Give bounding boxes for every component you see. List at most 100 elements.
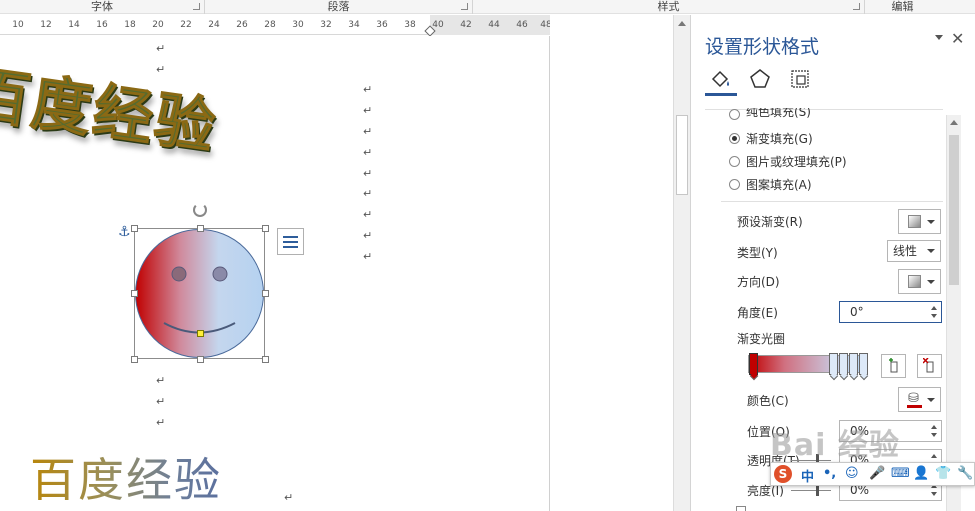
remove-stop-icon [921, 357, 933, 373]
paragraph-mark: ↵ [363, 229, 373, 242]
ime-punctuation-icon[interactable]: •, [823, 466, 836, 481]
scroll-thumb[interactable] [676, 115, 688, 195]
gradient-stop[interactable] [839, 353, 848, 375]
spin-up-icon[interactable] [931, 454, 937, 458]
angle-input[interactable]: 0° [839, 301, 942, 323]
tab-effects[interactable] [747, 67, 773, 93]
add-gradient-stop-button[interactable] [881, 354, 906, 378]
close-icon[interactable]: ✕ [951, 29, 964, 48]
add-stop-icon [888, 358, 897, 373]
ime-emoji-icon[interactable]: ☺ [845, 466, 859, 481]
ime-voice-icon[interactable]: 🎤 [869, 466, 885, 481]
pane-scrollbar[interactable] [946, 115, 961, 511]
resize-handle[interactable] [262, 225, 269, 232]
gradient-stop[interactable] [829, 353, 838, 375]
resize-handle[interactable] [197, 356, 204, 363]
color-label: 颜色(C) [747, 394, 789, 408]
remove-gradient-stop-button[interactable] [917, 354, 942, 378]
paragraph-mark: ↵ [156, 395, 166, 408]
paragraph-mark: ↵ [156, 374, 166, 387]
spin-down-icon[interactable] [931, 433, 937, 437]
type-dropdown[interactable]: 线性 [887, 240, 941, 262]
dialog-launcher-icon[interactable] [461, 3, 468, 10]
paragraph-mark: ↵ [363, 125, 373, 138]
anchor-icon[interactable]: ⚓ [118, 224, 131, 240]
adjustment-handle[interactable] [197, 330, 204, 337]
layout-options-icon [283, 236, 298, 238]
ruler-tick: 22 [180, 20, 192, 30]
ruler-tick: 34 [348, 20, 360, 30]
radio-pattern-fill[interactable]: 图案填充(A) [729, 175, 812, 193]
direction-dropdown[interactable] [898, 269, 941, 294]
scroll-up-icon[interactable] [678, 21, 686, 26]
paragraph-mark: ↵ [363, 104, 373, 117]
dialog-launcher-icon[interactable] [193, 3, 200, 10]
ime-logo-icon[interactable]: S [774, 465, 792, 483]
rotate-handle-icon[interactable] [193, 203, 207, 217]
size-properties-icon [791, 70, 809, 88]
preset-gradient-dropdown[interactable] [898, 209, 941, 234]
gradient-stop[interactable] [849, 353, 858, 375]
ruler-tick: 14 [68, 20, 80, 30]
brightness-slider[interactable] [791, 490, 831, 491]
paragraph-mark: ↵ [363, 187, 373, 200]
pane-menu-chevron-icon[interactable] [935, 35, 943, 40]
horizontal-ruler[interactable]: 10 12 14 16 18 20 22 24 26 28 30 32 34 3… [0, 15, 555, 37]
selection-box [134, 228, 265, 359]
dialog-launcher-icon[interactable] [853, 3, 860, 10]
spin-up-icon[interactable] [931, 306, 937, 310]
ribbon-group-editing: 编辑 [865, 0, 940, 14]
ime-tools-icon[interactable]: 🔧 [957, 466, 973, 481]
ribbon-group-font-label: 字体 [91, 0, 113, 13]
scroll-up-icon[interactable] [950, 120, 958, 125]
radio-button-selected[interactable] [729, 132, 740, 144]
section-divider [721, 201, 943, 202]
ime-keyboard-icon[interactable]: ⌨ [891, 466, 910, 481]
ime-user-icon[interactable]: 👤 [913, 466, 929, 481]
pentagon-icon [750, 69, 770, 88]
radio-label: 图片或纹理填充(P) [746, 154, 847, 169]
resize-handle[interactable] [131, 225, 138, 232]
paragraph-mark: ↵ [284, 491, 294, 504]
radio-label: 图案填充(A) [746, 177, 812, 192]
paragraph-mark: ↵ [156, 42, 166, 55]
resize-handle[interactable] [197, 225, 204, 232]
chevron-down-icon [927, 398, 935, 402]
spin-down-icon[interactable] [931, 314, 937, 318]
ribbon-group-styles-label: 样式 [657, 0, 680, 13]
resize-handle[interactable] [262, 290, 269, 297]
ruler-tick: 32 [320, 20, 332, 30]
radio-button[interactable] [729, 155, 740, 167]
type-value: 线性 [893, 244, 918, 258]
radio-button[interactable] [729, 178, 740, 190]
document-scrollbar[interactable] [673, 15, 690, 511]
layout-options-button[interactable] [277, 228, 304, 255]
radio-button[interactable] [729, 109, 740, 120]
wordart-bottom[interactable]: 百度经验 [30, 444, 222, 510]
color-picker-button[interactable]: ⛁ [898, 387, 941, 412]
direction-swatch [908, 275, 921, 288]
radio-picture-fill[interactable]: 图片或纹理填充(P) [729, 152, 847, 170]
radio-gradient-fill[interactable]: 渐变填充(G) [729, 129, 813, 147]
scroll-thumb[interactable] [949, 135, 959, 285]
ruler-tick: 42 [460, 20, 472, 30]
spin-down-icon[interactable] [931, 492, 937, 496]
pane-checkbox[interactable] [736, 506, 746, 511]
chevron-down-icon [927, 220, 935, 224]
resize-handle[interactable] [262, 356, 269, 363]
paragraph-mark: ↵ [363, 83, 373, 96]
ruler-tick: 36 [376, 20, 388, 30]
ruler-tick: 26 [236, 20, 248, 30]
resize-handle[interactable] [131, 356, 138, 363]
ime-skin-icon[interactable]: 👕 [935, 466, 951, 481]
radio-solid-fill[interactable]: 纯色填充(S) [729, 108, 811, 120]
spin-up-icon[interactable] [931, 425, 937, 429]
gradient-stop[interactable] [859, 353, 868, 375]
gradient-stop-selected[interactable] [749, 353, 758, 375]
tab-layout-properties[interactable] [787, 67, 813, 93]
resize-handle[interactable] [131, 290, 138, 297]
ime-toolbar[interactable]: S 中 •, ☺ 🎤 ⌨ 👤 👕 🔧 [770, 462, 975, 486]
paragraph-mark: ↵ [363, 208, 373, 221]
ime-chinese-mode[interactable]: 中 [801, 466, 814, 485]
tab-fill-line[interactable] [707, 67, 733, 93]
